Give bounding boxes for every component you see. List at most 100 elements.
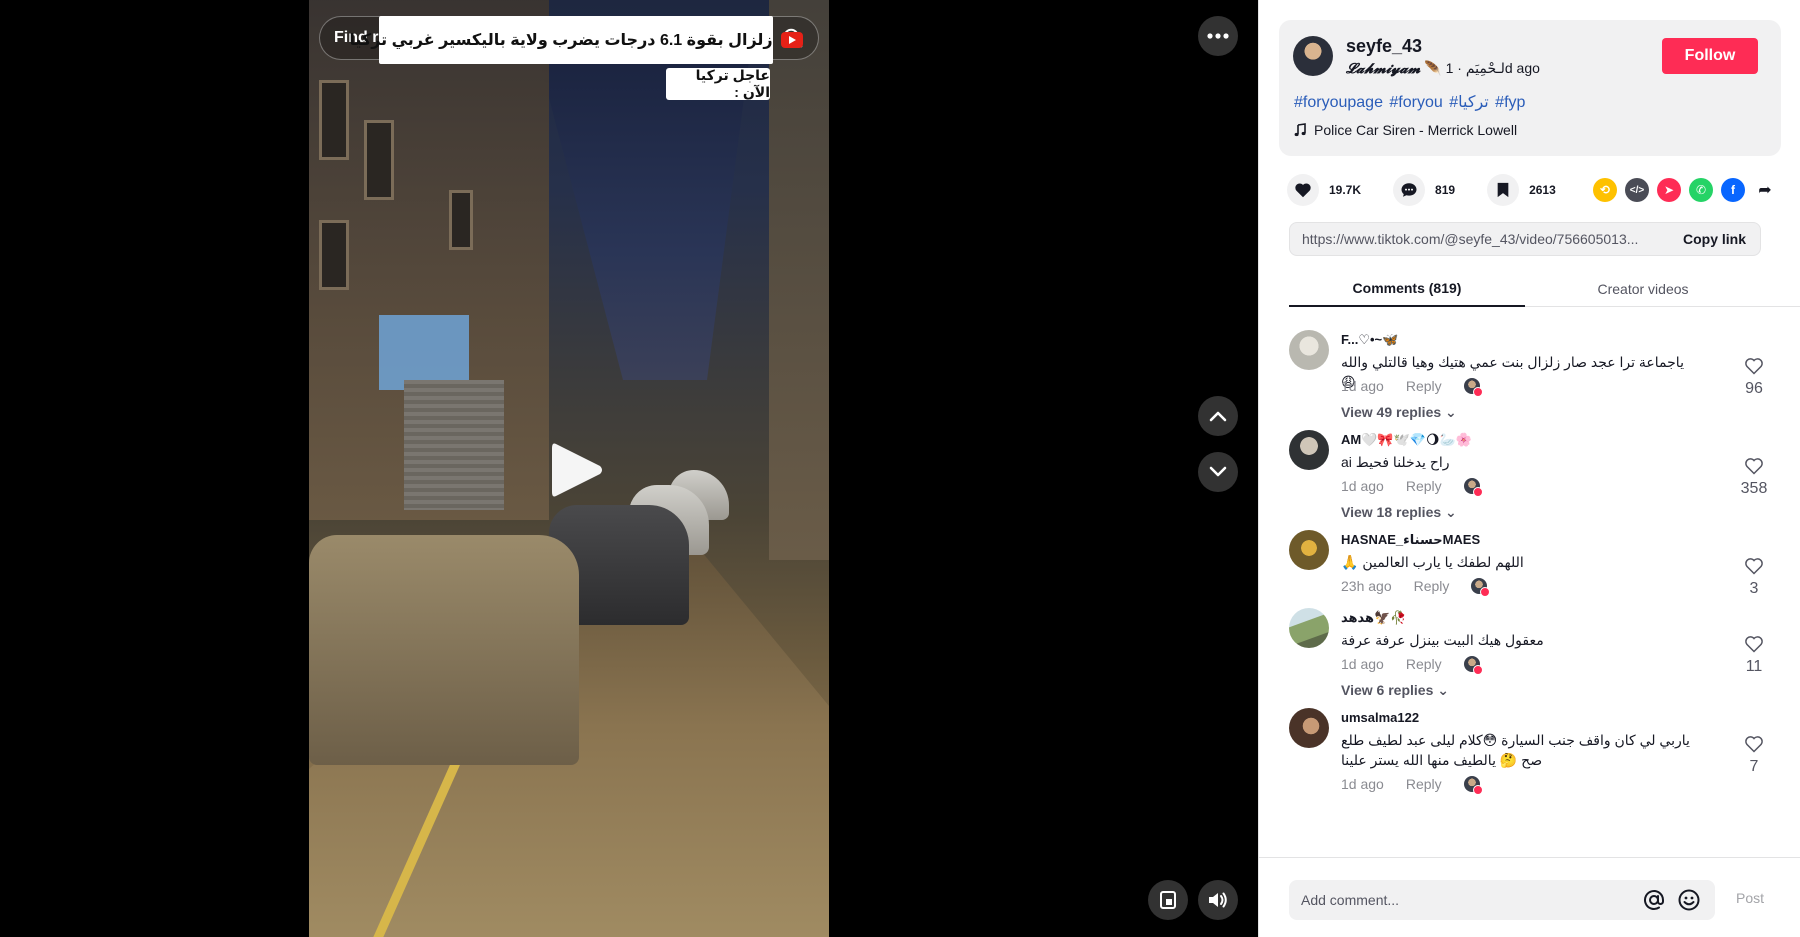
commenter-avatar[interactable] <box>1289 530 1329 570</box>
save-count: 2613 <box>1529 183 1556 197</box>
like-action[interactable]: 19.7K <box>1287 174 1361 206</box>
heart-outline-icon <box>1745 458 1763 475</box>
picture-in-picture-button[interactable] <box>1148 880 1188 920</box>
comment-time: 1d ago <box>1341 478 1384 494</box>
comment-like-count: 96 <box>1745 380 1763 397</box>
comment-time: 1d ago <box>1341 776 1384 792</box>
heart-outline-icon <box>1745 636 1763 653</box>
details-panel: seyfe_43 𝓛𝓪𝓱𝓶𝓲𝔂𝓪𝓶 🪶 لـحْمِيَم · 1d ago F… <box>1258 0 1800 937</box>
comment-meta: 1d ago Reply <box>1341 776 1483 795</box>
commenter-avatar[interactable] <box>1289 708 1329 748</box>
creator-liked-avatar <box>1463 656 1483 675</box>
author-nickname: 𝓛𝓪𝓱𝓶𝓲𝔂𝓪𝓶 <box>1346 61 1421 77</box>
comment-meta: 23h ago Reply <box>1341 578 1491 597</box>
music-title: Police Car Siren - Merrick Lowell <box>1314 122 1518 138</box>
author-nickname-line: 𝓛𝓪𝓱𝓶𝓲𝔂𝓪𝓶 🪶 لـحْمِيَم · 1d ago <box>1346 60 1540 77</box>
chevron-down-icon <box>1209 466 1227 477</box>
app-root: Find related content زلزال بقوة 6.1 درجا… <box>0 0 1800 937</box>
comment-like-count: 11 <box>1745 658 1763 675</box>
facebook-icon[interactable]: f <box>1721 178 1745 202</box>
video-sky <box>539 60 749 380</box>
video-headline-overlay: زلزال بقوة 6.1 درجات يضرب ولاية باليكسير… <box>349 16 803 64</box>
comment-like[interactable]: 7 <box>1739 734 1769 776</box>
next-video-button[interactable] <box>1198 452 1238 492</box>
heart-icon <box>1287 174 1319 206</box>
post-comment-button[interactable]: Post <box>1736 890 1764 906</box>
video-shop-light <box>379 315 469 390</box>
comment-meta: 1d ago Reply <box>1341 656 1483 675</box>
comment-item: AM🤍🎀🕊️💎🌖🦢🌸 راح يدخلنا فحيط ai 1d ago Rep… <box>1289 430 1769 520</box>
comment-action[interactable]: 819 <box>1393 174 1455 206</box>
comment-like-count: 358 <box>1740 480 1768 497</box>
tab-comments[interactable]: Comments (819) <box>1289 270 1525 307</box>
heart-outline-icon <box>1745 358 1763 375</box>
author-avatar[interactable] <box>1293 36 1333 76</box>
video-window <box>364 120 394 200</box>
more-options-button[interactable] <box>1198 16 1238 56</box>
copy-link-button[interactable]: Copy link <box>1669 231 1760 247</box>
video-hashtags[interactable]: #foryoupage #foryou #تركيا #fyp <box>1294 92 1525 112</box>
reply-button[interactable]: Reply <box>1406 478 1442 494</box>
tab-creator-videos[interactable]: Creator videos <box>1525 270 1761 307</box>
video-window <box>319 220 349 290</box>
like-count: 19.7K <box>1329 183 1362 197</box>
comment-meta: 1d ago Reply <box>1341 378 1483 397</box>
previous-video-button[interactable] <box>1198 396 1238 436</box>
send-to-friends-icon[interactable]: ➤ <box>1657 178 1681 202</box>
whatsapp-icon[interactable]: ✆ <box>1689 178 1713 202</box>
author-username[interactable]: seyfe_43 <box>1346 36 1422 57</box>
repost-icon[interactable]: ⟲ <box>1593 178 1617 202</box>
video-building-right <box>769 0 829 560</box>
comment-text: راح يدخلنا فحيط ai <box>1341 454 1450 470</box>
follow-button[interactable]: Follow <box>1662 38 1758 74</box>
save-action[interactable]: 2613 <box>1487 174 1556 206</box>
video-window <box>319 80 349 160</box>
volume-icon <box>1209 892 1227 908</box>
commenter-avatar[interactable] <box>1289 608 1329 648</box>
comment-like[interactable]: 3 <box>1739 556 1769 598</box>
comment-like[interactable]: 358 <box>1739 456 1769 498</box>
commenter-avatar[interactable] <box>1289 330 1329 370</box>
share-buttons: ⟲ </> ➤ ✆ f ➦ <box>1593 178 1777 202</box>
commenter-name[interactable]: HASNAE_حسناءMAES <box>1341 532 1480 548</box>
author-dot: · <box>1453 60 1462 76</box>
commenter-avatar[interactable] <box>1289 430 1329 470</box>
commenter-name[interactable]: هدهد🦅🥀 <box>1341 610 1406 626</box>
comment-time: 1d ago <box>1341 378 1384 394</box>
more-dots-icon <box>1207 33 1229 39</box>
video-headline-text: زلزال بقوة 6.1 درجات يضرب ولاية باليكسير… <box>349 32 773 49</box>
comment-like[interactable]: 96 <box>1739 356 1769 398</box>
view-replies-button[interactable]: View 6 replies ⌄ <box>1341 682 1449 699</box>
play-icon[interactable] <box>546 438 606 502</box>
comment-list: F...♡•~🦋 ياجماعة ترا عجد صار زلزال بنت ع… <box>1259 312 1800 857</box>
comment-item: هدهد🦅🥀 معقول هيك البيت بينزل عرفة عرفة 1… <box>1289 608 1769 698</box>
video-link-box: https://www.tiktok.com/@seyfe_43/video/7… <box>1289 222 1761 256</box>
music-link[interactable]: Police Car Siren - Merrick Lowell <box>1294 122 1517 138</box>
reply-button[interactable]: Reply <box>1406 656 1442 672</box>
emoji-icon[interactable] <box>1677 888 1701 912</box>
video-window <box>449 190 473 250</box>
view-replies-button[interactable]: View 18 replies ⌄ <box>1341 504 1457 521</box>
video-shop-shutter <box>404 380 504 510</box>
comment-like[interactable]: 11 <box>1739 634 1769 676</box>
reply-button[interactable]: Reply <box>1414 578 1450 594</box>
comment-count: 819 <box>1435 183 1456 197</box>
volume-button[interactable] <box>1198 880 1238 920</box>
commenter-name[interactable]: F...♡•~🦋 <box>1341 332 1398 348</box>
reply-button[interactable]: Reply <box>1406 776 1442 792</box>
chevron-up-icon <box>1209 411 1227 422</box>
video-url[interactable]: https://www.tiktok.com/@seyfe_43/video/7… <box>1290 231 1669 247</box>
embed-code-icon[interactable]: </> <box>1625 178 1649 202</box>
share-arrow-icon[interactable]: ➦ <box>1753 178 1777 202</box>
heart-outline-icon <box>1745 558 1763 575</box>
commenter-name[interactable]: AM🤍🎀🕊️💎🌖🦢🌸 <box>1341 432 1472 448</box>
pip-icon <box>1160 891 1176 909</box>
comment-tabs: Comments (819) Creator videos <box>1289 270 1800 307</box>
comment-item: umsalma122 ياربي لي كان واقف جنب السيارة… <box>1289 708 1769 808</box>
mention-at-icon[interactable] <box>1642 888 1666 912</box>
commenter-name[interactable]: umsalma122 <box>1341 710 1419 725</box>
youtube-logo-icon <box>780 32 803 48</box>
reply-button[interactable]: Reply <box>1406 378 1442 394</box>
creator-liked-avatar <box>1463 478 1483 497</box>
view-replies-button[interactable]: View 49 replies ⌄ <box>1341 404 1457 421</box>
